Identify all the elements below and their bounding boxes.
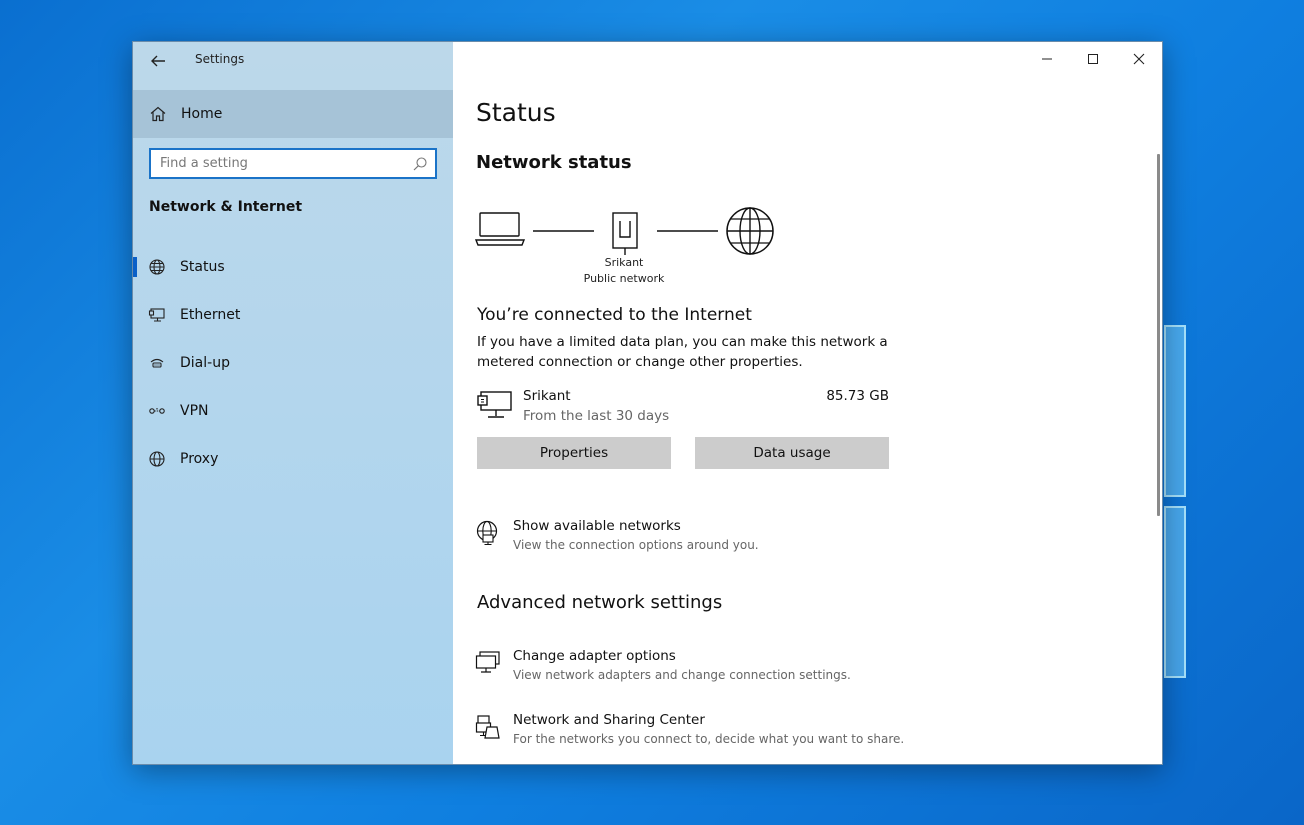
sidebar-item-ethernet[interactable]: Ethernet [133, 295, 453, 335]
data-usage-button[interactable]: Data usage [695, 437, 889, 469]
internet-globe-icon [726, 207, 774, 255]
settings-window: Settings Home Network & Internet Status [132, 41, 1163, 765]
sidebar-item-status[interactable]: Status [133, 247, 453, 287]
scrollbar[interactable] [1157, 154, 1160, 516]
proxy-globe-icon [149, 451, 165, 467]
change-adapter-subtitle: View network adapters and change connect… [513, 668, 851, 682]
sidebar: Settings Home Network & Internet Status [133, 42, 453, 764]
properties-button[interactable]: Properties [477, 437, 671, 469]
sidebar-item-label: Home [181, 106, 223, 122]
sidebar-item-label: Dial-up [180, 355, 230, 371]
dial-up-icon [150, 358, 164, 368]
minimize-icon [1042, 58, 1052, 60]
minimize-button[interactable] [1032, 48, 1062, 70]
sidebar-item-label: Proxy [180, 451, 219, 467]
desktop-logo-pane [1164, 325, 1186, 497]
search-icon[interactable] [412, 156, 428, 172]
desktop-logo-pane [1164, 506, 1186, 678]
laptop-icon [475, 212, 526, 246]
app-title: Settings [195, 52, 245, 66]
network-globe-icon [476, 520, 498, 546]
sharing-center-title: Network and Sharing Center [513, 712, 705, 728]
page-title: Status [476, 98, 556, 127]
diagram-network-name: Srikant [604, 256, 644, 269]
sidebar-item-dial-up[interactable]: Dial-up [133, 343, 453, 383]
advanced-heading: Advanced network settings [477, 592, 723, 613]
network-sharing-center-link[interactable]: Network and Sharing Center For the netwo… [475, 712, 935, 756]
sharing-center-icon [475, 715, 500, 739]
main-content: Status Network status Srikant Public net [453, 42, 1162, 764]
router-icon [612, 212, 638, 255]
search-input[interactable] [151, 150, 412, 177]
change-adapter-title: Change adapter options [513, 648, 676, 664]
show-networks-subtitle: View the connection options around you. [513, 538, 759, 552]
sidebar-item-vpn[interactable]: VPN [133, 391, 453, 431]
maximize-icon [1088, 54, 1098, 64]
sidebar-item-label: VPN [180, 403, 209, 419]
ethernet-connection-icon [477, 391, 512, 418]
connected-heading: You’re connected to the Internet [477, 305, 752, 325]
sidebar-item-proxy[interactable]: Proxy [133, 439, 453, 479]
change-adapter-options-link[interactable]: Change adapter options View network adap… [475, 648, 935, 692]
back-arrow-icon [151, 55, 165, 67]
show-networks-link[interactable]: Show available networks View the connect… [475, 518, 935, 562]
status-globe-icon [149, 259, 165, 275]
search-box [149, 148, 437, 179]
ethernet-icon [148, 308, 165, 322]
maximize-button[interactable] [1078, 48, 1108, 70]
back-button[interactable] [147, 50, 169, 72]
sharing-center-subtitle: For the networks you connect to, decide … [513, 732, 905, 746]
connection-usage: 85.73 GB [826, 388, 889, 404]
connected-description: If you have a limited data plan, you can… [477, 334, 888, 370]
sidebar-item-label: Ethernet [180, 307, 241, 323]
show-networks-title: Show available networks [513, 518, 681, 534]
connection-subtitle: From the last 30 days [523, 408, 670, 424]
connection-name: Srikant [523, 388, 571, 404]
home-icon [150, 106, 166, 122]
adapter-icon [475, 651, 500, 673]
network-status-heading: Network status [476, 152, 632, 173]
close-icon [1133, 53, 1145, 65]
sidebar-item-home[interactable]: Home [133, 90, 453, 138]
sidebar-item-label: Status [180, 259, 225, 275]
close-button[interactable] [1124, 48, 1154, 70]
vpn-icon [149, 408, 165, 414]
section-heading: Network & Internet [149, 199, 303, 215]
diagram-network-type: Public network [583, 272, 665, 285]
